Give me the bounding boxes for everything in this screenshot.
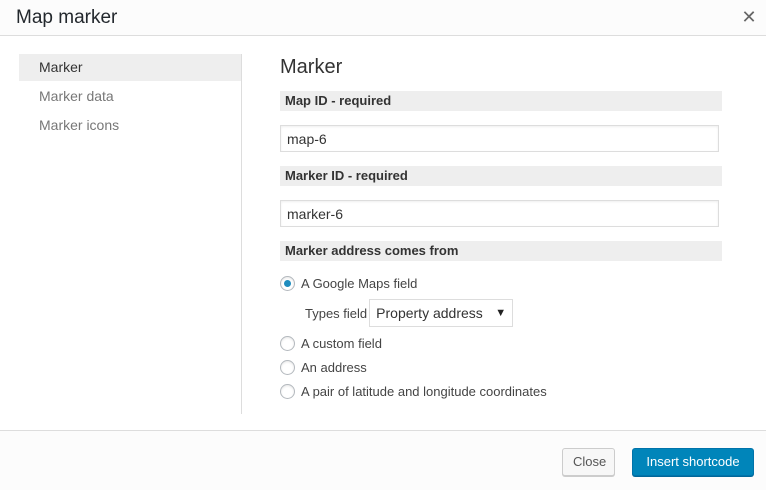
dialog-titlebar: Map marker ✕ <box>0 0 766 36</box>
radio-label: A pair of latitude and longitude coordin… <box>301 383 547 399</box>
insert-shortcode-button[interactable]: Insert shortcode <box>632 448 754 476</box>
radio-label: A custom field <box>301 335 382 351</box>
radio-custom-field[interactable]: A custom field <box>280 333 722 353</box>
radio-label: An address <box>301 359 367 375</box>
sidebar-item-marker-data[interactable]: Marker data <box>19 83 241 110</box>
address-source-header: Marker address comes from <box>280 241 722 261</box>
main-content: Marker Map ID - required Marker ID - req… <box>280 54 722 401</box>
map-id-header: Map ID - required <box>280 91 722 111</box>
radio-google-maps-field[interactable]: A Google Maps field <box>280 273 722 293</box>
dialog-footer: Close Insert shortcode <box>0 430 766 490</box>
radio-button[interactable] <box>280 359 295 375</box>
types-field-row: Types field Property address ▼ <box>305 299 722 327</box>
types-field-label: Types field <box>305 305 368 321</box>
map-id-input[interactable] <box>280 125 719 152</box>
dialog-title: Map marker <box>16 7 118 28</box>
radio-address[interactable]: An address <box>280 357 722 377</box>
close-icon[interactable]: ✕ <box>738 6 760 28</box>
radio-label: A Google Maps field <box>301 275 418 291</box>
sidebar-item-marker[interactable]: Marker <box>19 54 241 81</box>
sidebar-item-marker-icons[interactable]: Marker icons <box>19 112 241 139</box>
radio-button[interactable] <box>280 335 295 351</box>
types-field-select[interactable]: Property address ▼ <box>369 299 514 327</box>
section-title: Marker <box>280 56 343 78</box>
close-button[interactable]: Close <box>562 448 615 476</box>
select-value: Property address <box>376 305 483 321</box>
marker-id-header: Marker ID - required <box>280 166 722 186</box>
chevron-down-icon: ▼ <box>495 307 507 319</box>
radio-lat-long[interactable]: A pair of latitude and longitude coordin… <box>280 381 722 401</box>
radio-button[interactable] <box>280 275 295 291</box>
radio-button[interactable] <box>280 383 295 399</box>
sidebar: Marker Marker data Marker icons <box>19 54 242 414</box>
marker-id-input[interactable] <box>280 200 719 227</box>
